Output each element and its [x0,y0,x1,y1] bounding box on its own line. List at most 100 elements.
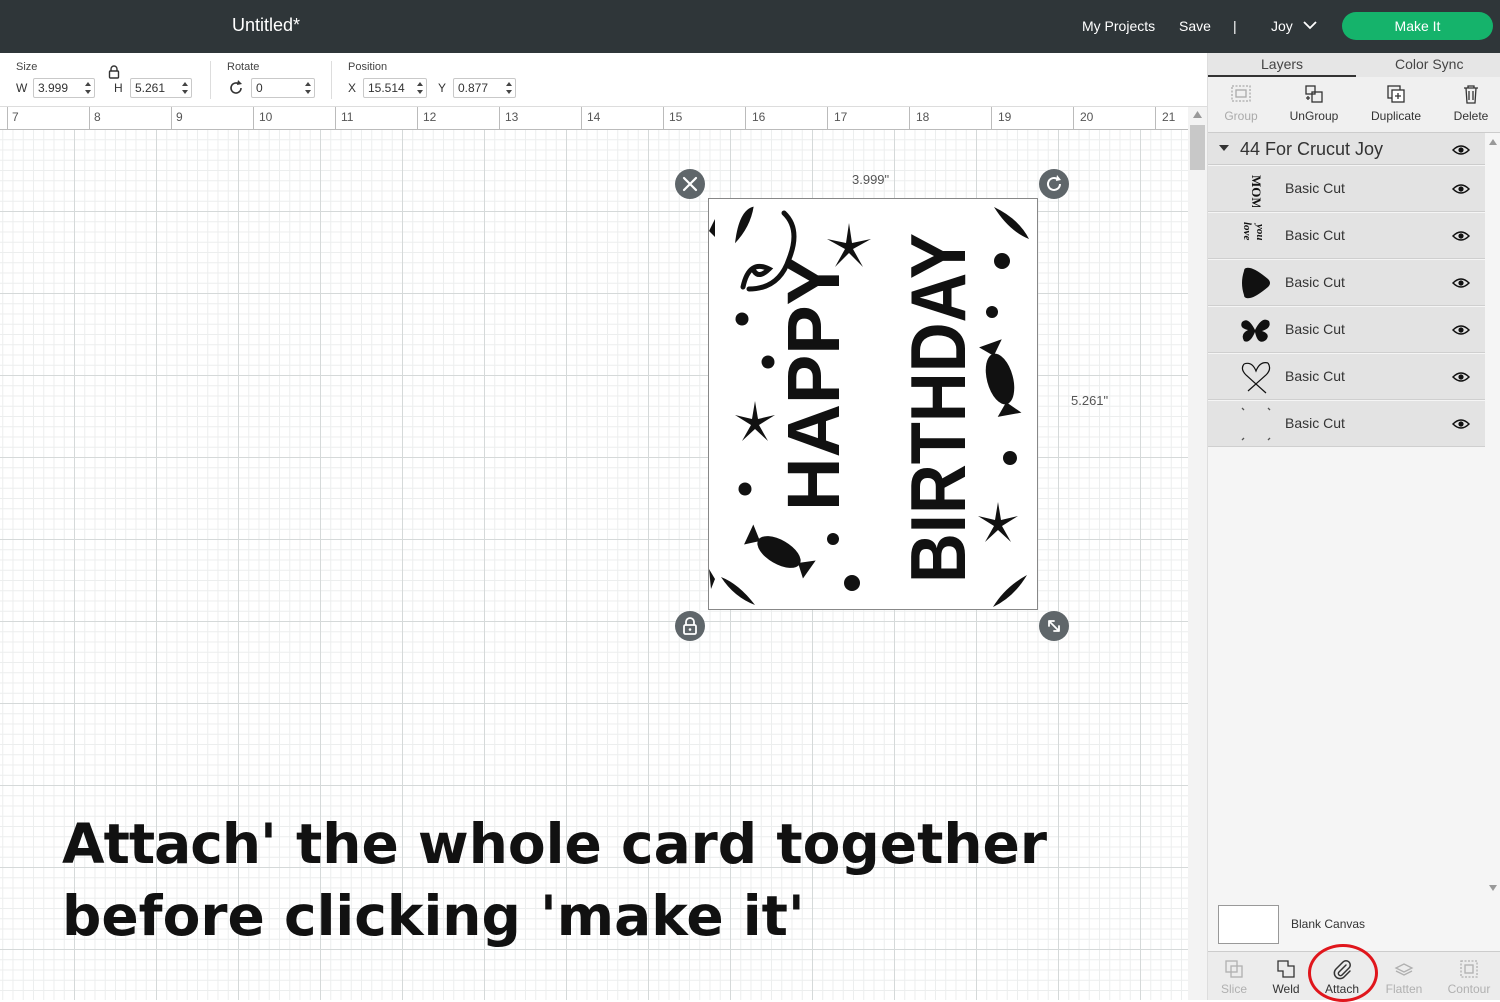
visibility-eye-icon[interactable] [1452,230,1470,242]
visibility-eye-icon[interactable] [1452,418,1470,430]
contour-button[interactable]: Contour [1441,958,1497,996]
birthday-card-design[interactable]: HAPPY BIRTHDAY [708,198,1038,610]
delete-button[interactable]: Delete [1431,83,1500,123]
ruler-tick [171,107,172,130]
x-letter: X [348,81,357,95]
ruler-tick [991,107,992,130]
canvas-vertical-scrollbar[interactable] [1188,107,1207,1000]
layer-row[interactable]: love you Basic Cut [1208,213,1485,259]
rotate-icon [1047,175,1061,191]
height-input[interactable]: 5.261 [130,78,192,98]
layer-row[interactable]: Basic Cut [1208,401,1485,447]
ruler-mark: 15 [669,110,683,124]
y-position-input[interactable]: 0.877 [453,78,516,98]
ruler-tick [253,107,254,130]
visibility-eye-icon[interactable] [1452,144,1470,156]
duplicate-button[interactable]: Duplicate [1356,83,1436,123]
width-value: 3.999 [38,81,69,95]
visibility-eye-icon[interactable] [1452,324,1470,336]
flatten-button[interactable]: Flatten [1376,958,1432,996]
stepper-icon[interactable] [304,81,312,95]
rotate-icon [230,80,242,94]
tab-layers[interactable]: Layers [1261,56,1303,72]
project-title[interactable]: Untitled* [232,15,300,36]
top-bar: Untitled* My Projects Save | Joy Make It [0,0,1500,53]
ruler-tick [1155,107,1156,130]
rotate-input[interactable]: 0 [251,78,315,98]
slice-label: Slice [1220,982,1247,996]
layer-name: Basic Cut [1285,180,1345,196]
layers-scrollbar[interactable] [1485,133,1500,893]
save-link[interactable]: Save [1179,18,1211,34]
stepper-icon[interactable] [505,81,513,95]
height-value: 5.261 [135,81,166,95]
ruler-tick [745,107,746,130]
close-icon [682,176,698,192]
birthday-card-artwork: HAPPY BIRTHDAY [709,206,1029,607]
lock-icon[interactable] [108,65,120,79]
ruler-tick [89,107,90,130]
corners-thumbnail-icon [1241,407,1271,441]
selection-width-label: 3.999" [852,172,890,187]
toolbar-divider [210,61,211,99]
stepper-icon[interactable] [84,81,92,95]
layer-row[interactable]: Basic Cut [1208,307,1485,353]
height-letter: H [114,81,123,95]
machine-selector[interactable]: Joy [1271,18,1293,34]
chevron-down-icon[interactable] [1303,20,1317,30]
rotate-label: Rotate [227,61,260,73]
ruler-tick [1073,107,1074,130]
rotate-selection-handle[interactable] [1039,169,1069,199]
ruler-mark: 14 [587,110,601,124]
slice-button[interactable]: Slice [1206,958,1262,996]
x-position-input[interactable]: 15.514 [363,78,427,98]
visibility-eye-icon[interactable] [1452,183,1470,195]
rotate-value: 0 [256,81,263,95]
caption-bold: Attach [62,812,261,876]
ruler-mark: 16 [752,110,766,124]
ruler-mark: 8 [94,110,101,124]
visibility-eye-icon[interactable] [1452,371,1470,383]
group-label: Group [1224,109,1258,123]
mom-text-thumbnail-icon: MOM [1249,175,1264,207]
group-button[interactable]: Group [1201,83,1281,123]
blank-canvas-label: Blank Canvas [1291,917,1366,931]
contour-icon [1460,960,1478,978]
ungroup-label: UnGroup [1289,109,1339,123]
lock-proportions-handle[interactable] [675,611,705,641]
stepper-icon[interactable] [181,81,189,95]
collapse-caret-icon[interactable] [1219,145,1229,151]
attach-highlight-circle [1308,944,1378,1002]
ruler-mark: 7 [12,110,19,124]
make-it-button[interactable]: Make It [1342,12,1493,40]
my-projects-link[interactable]: My Projects [1082,18,1155,34]
duplicate-label: Duplicate [1370,109,1422,123]
ruler-mark: 21 [1162,110,1176,124]
ruler-tick [909,107,910,130]
size-label: Size [16,61,38,73]
position-label: Position [348,61,388,73]
delete-selection-handle[interactable] [675,169,705,199]
layer-name: Basic Cut [1285,274,1345,290]
ruler-tick [581,107,582,130]
canvas-scroll-thumb[interactable] [1190,125,1205,170]
scroll-down-icon[interactable] [1489,885,1497,891]
weld-button[interactable]: Weld [1258,958,1314,996]
stepper-icon[interactable] [416,81,424,95]
blank-canvas-swatch[interactable] [1218,905,1279,944]
layer-row[interactable]: Basic Cut [1208,354,1485,400]
svg-text:love: love [1241,222,1253,240]
layer-row[interactable]: Basic Cut [1208,260,1485,306]
tab-color-sync[interactable]: Color Sync [1395,56,1463,72]
width-input[interactable]: 3.999 [33,78,95,98]
layer-row[interactable]: MOM Basic Cut [1208,166,1485,212]
layer-name: Basic Cut [1285,415,1345,431]
visibility-eye-icon[interactable] [1452,277,1470,289]
duplicate-icon [1387,85,1405,103]
layer-group-header[interactable]: 44 For Crucut Joy [1208,133,1485,165]
ungroup-button[interactable]: UnGroup [1274,83,1354,123]
scroll-up-icon[interactable] [1489,139,1497,145]
toolbar-divider [331,61,332,99]
resize-selection-handle[interactable] [1039,611,1069,641]
ruler-mark: 10 [259,110,273,124]
